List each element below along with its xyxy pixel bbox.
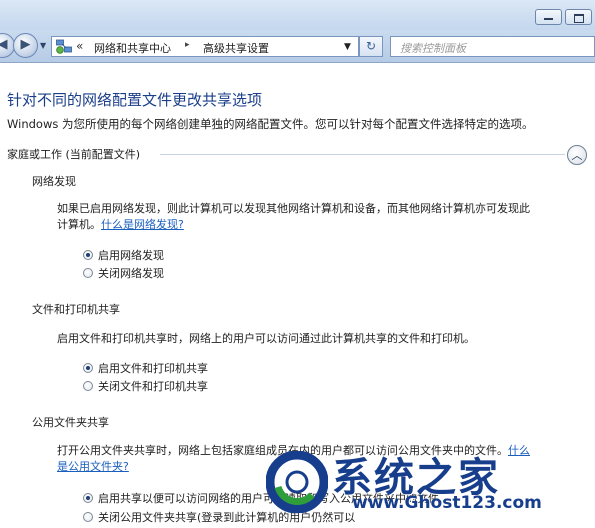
refresh-button[interactable]: ↻ (359, 36, 383, 57)
public-folder-sharing-description: 打开公用文件夹共享时，网络上包括家庭组成员在内的用户都可以访问公用文件夹中的文件… (57, 443, 530, 475)
radio-unchecked-icon[interactable] (83, 268, 93, 278)
page-title: 针对不同的网络配置文件更改共享选项 (7, 91, 263, 109)
profile-header: 家庭或工作 (当前配置文件) (7, 148, 141, 161)
chevron-up-icon: ︿ (571, 149, 583, 162)
minimize-button[interactable] (535, 9, 562, 25)
network-discovery-heading: 网络发现 (32, 175, 76, 188)
breadcrumb-network-sharing-center[interactable]: 网络和共享中心 (94, 40, 171, 56)
what-is-network-discovery-link[interactable]: 什么是网络发现? (101, 218, 184, 231)
maximize-button[interactable] (565, 9, 592, 25)
radio-label: 关闭网络发现 (98, 267, 164, 280)
forward-arrow-icon: ▶ (20, 37, 31, 52)
address-overflow-chevron-icon[interactable]: « (76, 39, 83, 53)
search-placeholder: 搜索控制面板 (400, 42, 466, 55)
radio-disable-network-discovery[interactable]: 关闭网络发现 (83, 265, 164, 281)
network-discovery-desc-line2: 计算机。什么是网络发现? (57, 217, 530, 233)
address-dropdown-icon[interactable]: ▼ (344, 42, 351, 52)
what-is-public-folder-link-part2[interactable]: 是公用文件夹? (57, 460, 129, 473)
back-arrow-icon: ◀ (0, 37, 8, 52)
radio-enable-public-folder-sharing[interactable]: 启用共享以便可以访问网络的用户可以读取和写入公用文件夹中的文件 (83, 490, 439, 506)
breadcrumb-separator-icon[interactable]: ▸ (185, 40, 190, 50)
breadcrumb-advanced-sharing-settings[interactable]: 高级共享设置 (203, 40, 269, 56)
what-is-public-folder-link-part1[interactable]: 什么 (508, 444, 530, 457)
radio-label: 启用文件和打印机共享 (98, 362, 208, 375)
file-printer-sharing-heading: 文件和打印机共享 (32, 303, 120, 316)
collapse-profile-button[interactable]: ︿ (567, 145, 587, 165)
recent-pages-dropdown-icon[interactable]: ▼ (40, 41, 46, 50)
radio-label: 关闭公用文件夹共享(登录到此计算机的用户仍然可以 (98, 511, 356, 524)
page-description: Windows 为您所使用的每个网络创建单独的网络配置文件。您可以针对每个配置文… (7, 117, 534, 131)
network-discovery-description: 如果已启用网络发现，则此计算机可以发现其他网络计算机和设备，而其他网络计算机亦可… (57, 201, 530, 233)
radio-checked-icon[interactable] (83, 493, 93, 503)
radio-checked-icon[interactable] (83, 250, 93, 260)
search-input[interactable]: 搜索控制面板 (390, 36, 595, 57)
network-discovery-desc-prefix: 计算机。 (57, 218, 101, 231)
radio-label: 关闭文件和打印机共享 (98, 380, 208, 393)
radio-checked-icon[interactable] (83, 363, 93, 373)
radio-disable-public-folder-sharing[interactable]: 关闭公用文件夹共享(登录到此计算机的用户仍然可以 (83, 509, 355, 525)
public-folder-desc-text: 打开公用文件夹共享时，网络上包括家庭组成员在内的用户都可以访问公用文件夹中的文件… (57, 444, 508, 457)
refresh-icon: ↻ (365, 39, 377, 53)
title-bar (0, 0, 595, 30)
radio-label: 启用网络发现 (98, 249, 164, 262)
public-folder-desc-line1: 打开公用文件夹共享时，网络上包括家庭组成员在内的用户都可以访问公用文件夹中的文件… (57, 443, 530, 459)
forward-button[interactable]: ▶ (13, 33, 38, 58)
network-control-panel-icon (56, 39, 72, 54)
public-folder-sharing-heading: 公用文件夹共享 (32, 416, 109, 429)
radio-enable-file-printer-sharing[interactable]: 启用文件和打印机共享 (83, 360, 208, 376)
maximize-icon (566, 10, 591, 24)
minimize-icon (536, 10, 561, 24)
profile-divider (160, 154, 565, 155)
navigation-bar: ◀ ▶ ▼ « 网络和共享中心 ▸ 高级共享设置 ▼ ↻ 搜索控制面板 (0, 30, 595, 63)
radio-unchecked-icon[interactable] (83, 381, 93, 391)
address-bar[interactable]: « 网络和共享中心 ▸ 高级共享设置 ▼ (51, 36, 359, 57)
public-folder-desc-line2: 是公用文件夹? (57, 459, 530, 475)
radio-enable-network-discovery[interactable]: 启用网络发现 (83, 247, 164, 263)
network-discovery-desc-line1: 如果已启用网络发现，则此计算机可以发现其他网络计算机和设备，而其他网络计算机亦可… (57, 202, 530, 215)
radio-unchecked-icon[interactable] (83, 512, 93, 522)
radio-label: 启用共享以便可以访问网络的用户可以读取和写入公用文件夹中的文件 (98, 492, 439, 505)
file-printer-sharing-description: 启用文件和打印机共享时，网络上的用户可以访问通过此计算机共享的文件和打印机。 (57, 332, 475, 345)
radio-disable-file-printer-sharing[interactable]: 关闭文件和打印机共享 (83, 378, 208, 394)
content-area: 针对不同的网络配置文件更改共享选项 Windows 为您所使用的每个网络创建单独… (0, 63, 595, 528)
